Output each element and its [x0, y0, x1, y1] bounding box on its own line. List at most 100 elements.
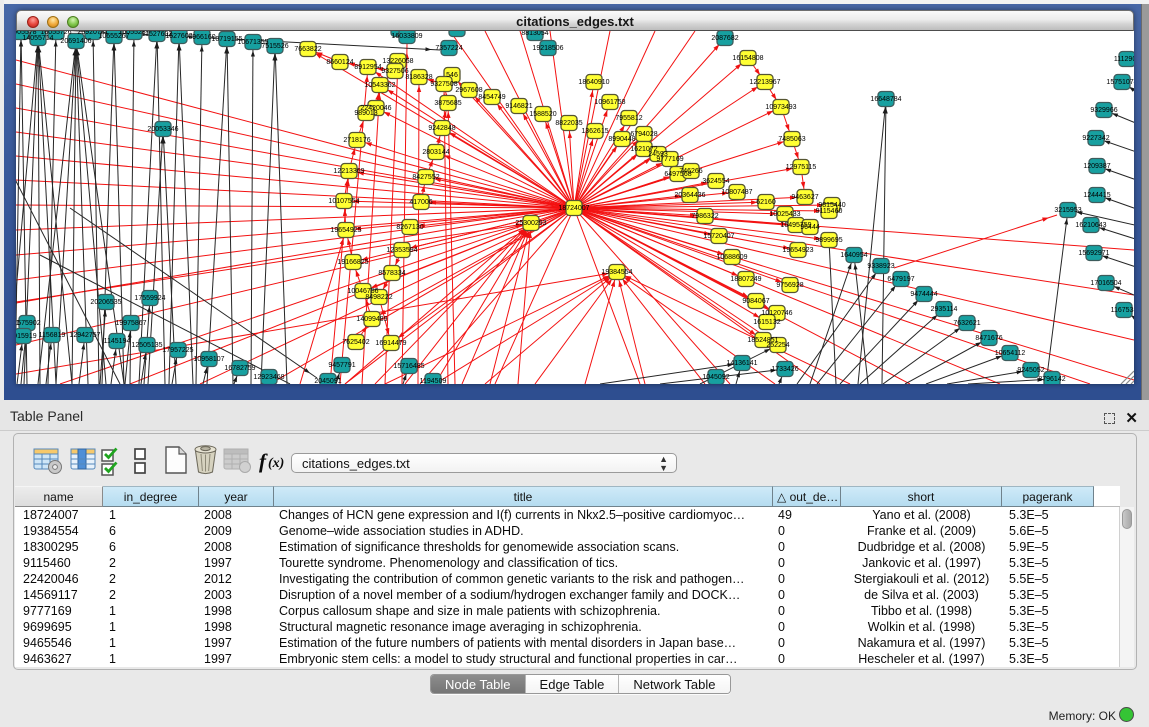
svg-text:9756928: 9756928 — [776, 282, 803, 289]
svg-text:2935114: 2935114 — [931, 306, 958, 313]
svg-text:7986322: 7986322 — [691, 213, 718, 220]
svg-text:19218506: 19218506 — [532, 45, 563, 52]
svg-text:6794028: 6794028 — [630, 131, 657, 138]
svg-text:1156819: 1156819 — [39, 332, 66, 339]
svg-text:20691406: 20691406 — [60, 38, 91, 45]
svg-text:746266: 746266 — [679, 168, 702, 175]
svg-text:19654925: 19654925 — [330, 227, 361, 234]
svg-text:1640954: 1640954 — [840, 252, 867, 259]
svg-text:7357224: 7357224 — [435, 45, 462, 52]
svg-text:2718176: 2718176 — [343, 137, 370, 144]
svg-text:10973493: 10973493 — [765, 104, 796, 111]
svg-text:10958107: 10958107 — [193, 356, 224, 363]
svg-text:8498222: 8498222 — [365, 294, 392, 301]
svg-text:15716485: 15716485 — [393, 363, 424, 370]
svg-text:9338923: 9338923 — [867, 263, 894, 270]
svg-text:7485063: 7485063 — [778, 136, 805, 143]
svg-text:12942757: 12942757 — [69, 332, 100, 339]
svg-text:9777169: 9777169 — [656, 156, 683, 163]
svg-text:15720407: 15720407 — [703, 233, 734, 240]
svg-text:15692971: 15692971 — [1078, 250, 1109, 257]
svg-text:17957225: 17957225 — [162, 347, 193, 354]
svg-text:8267130: 8267130 — [396, 224, 423, 231]
svg-text:2967608: 2967608 — [455, 87, 482, 94]
svg-text:7663822: 7663822 — [294, 46, 321, 53]
svg-text:10688609: 10688609 — [716, 254, 747, 261]
svg-text:3624554: 3624554 — [702, 178, 729, 185]
svg-text:7632621: 7632621 — [953, 320, 980, 327]
svg-text:9242848: 9242848 — [428, 125, 455, 132]
svg-text:9115460: 9115460 — [816, 208, 843, 215]
svg-text:25300293: 25300293 — [515, 220, 546, 227]
svg-text:10543362: 10543362 — [364, 82, 395, 89]
svg-text:2803144: 2803144 — [422, 149, 449, 156]
svg-text:62160: 62160 — [756, 199, 776, 206]
svg-text:18055726: 18055726 — [40, 31, 71, 36]
svg-text:10107554: 10107554 — [328, 198, 359, 205]
svg-text:17559924: 17559924 — [134, 295, 165, 302]
svg-text:8427552: 8427552 — [412, 174, 439, 181]
svg-text:9899695: 9899695 — [815, 237, 842, 244]
svg-text:9644966: 9644966 — [443, 31, 470, 33]
svg-text:16648784: 16648784 — [870, 96, 901, 103]
svg-text:8471676: 8471676 — [975, 335, 1002, 342]
svg-text:16154808: 16154808 — [732, 55, 763, 62]
svg-text:14099489: 14099489 — [356, 316, 387, 323]
svg-text:1588520: 1588520 — [529, 111, 556, 118]
svg-text:8912954: 8912954 — [354, 64, 381, 71]
svg-text:14136141: 14136141 — [726, 360, 757, 367]
svg-text:3215953: 3215953 — [1054, 207, 1081, 214]
svg-text:12505135: 12505135 — [131, 342, 162, 349]
svg-text:1244415: 1244415 — [1083, 192, 1110, 199]
svg-text:12975115: 12975115 — [786, 164, 817, 171]
svg-text:16782759: 16782759 — [224, 365, 255, 372]
svg-text:9474444: 9474444 — [910, 291, 937, 298]
svg-text:16033809: 16033809 — [391, 33, 422, 40]
svg-text:1167533: 1167533 — [1111, 307, 1134, 314]
svg-text:8660124: 8660124 — [326, 59, 353, 66]
svg-text:18724007: 18724007 — [558, 205, 589, 212]
svg-text:1733426: 1733426 — [771, 366, 798, 373]
svg-text:20364436: 20364436 — [674, 192, 705, 199]
svg-text:8578334: 8578334 — [378, 270, 405, 277]
svg-text:8186328: 8186328 — [405, 74, 432, 81]
svg-text:1194509: 1194509 — [420, 378, 447, 384]
svg-text:19654923: 19654923 — [782, 247, 813, 254]
svg-text:2087682: 2087682 — [711, 35, 738, 42]
svg-text:(x): (x) — [268, 456, 284, 471]
svg-text:1615132: 1615132 — [753, 319, 780, 326]
svg-text:16210643: 16210643 — [1075, 222, 1106, 229]
svg-text:1362615: 1362615 — [581, 128, 608, 135]
svg-text:17016504: 17016504 — [1090, 280, 1121, 287]
svg-text:546: 546 — [446, 72, 458, 79]
svg-text:9463627: 9463627 — [791, 194, 818, 201]
svg-text:10807487: 10807487 — [721, 189, 752, 196]
svg-text:3915919: 3915919 — [16, 333, 37, 340]
svg-text:8796142: 8796142 — [1038, 376, 1065, 383]
svg-text:2045091: 2045091 — [314, 378, 341, 384]
svg-text:9146821: 9146821 — [505, 103, 532, 110]
svg-text:8813054: 8813054 — [521, 31, 548, 37]
svg-text:9327508: 9327508 — [430, 81, 457, 88]
svg-text:9245052: 9245052 — [1017, 367, 1044, 374]
svg-text:18807249: 18807249 — [730, 276, 761, 283]
svg-text:19975867: 19975867 — [115, 320, 146, 327]
svg-text:10654112: 10654112 — [995, 350, 1026, 357]
svg-text:15751074: 15751074 — [1106, 79, 1134, 86]
svg-text:252254: 252254 — [766, 342, 789, 349]
svg-text:f: f — [259, 449, 268, 473]
svg-text:1045092: 1045092 — [702, 374, 729, 381]
svg-text:1209387: 1209387 — [1083, 163, 1110, 170]
svg-text:8822035: 8822035 — [555, 120, 582, 127]
svg-text:7625402: 7625402 — [342, 339, 369, 346]
svg-text:1575902: 1575902 — [16, 320, 41, 327]
svg-text:10961758: 10961758 — [594, 99, 625, 106]
svg-text:989013: 989013 — [354, 110, 377, 117]
svg-text:20206535: 20206535 — [90, 299, 121, 306]
svg-text:19384554: 19384554 — [601, 269, 632, 276]
svg-text:96444: 96444 — [800, 224, 820, 231]
svg-text:12213967: 12213967 — [749, 79, 780, 86]
svg-text:20053346: 20053346 — [147, 126, 178, 133]
svg-text:1112905: 1112905 — [1114, 56, 1134, 63]
svg-text:10025433: 10025433 — [769, 211, 800, 218]
